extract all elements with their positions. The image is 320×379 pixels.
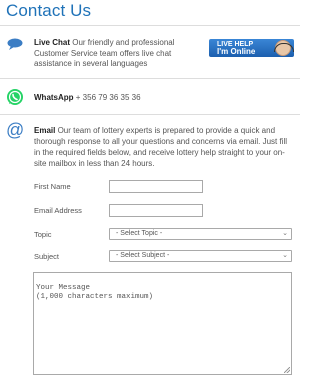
- message-textarea[interactable]: Your Message (1,000 characters maximum): [33, 272, 292, 375]
- email-heading: Email: [34, 126, 56, 135]
- topic-selected-value: - Select Topic -: [116, 230, 163, 237]
- page-title: Contact Us: [6, 1, 92, 20]
- live-chat-section: Live Chat Our friendly and professional …: [34, 38, 204, 70]
- chat-bubble-icon: [7, 38, 23, 50]
- email-section: Email Our team of lottery experts is pre…: [34, 125, 294, 169]
- whatsapp-icon: [7, 89, 23, 105]
- message-placeholder: Your Message (1,000 characters maximum): [36, 284, 154, 301]
- email-description: Our team of lottery experts is prepared …: [34, 126, 288, 168]
- topic-label: Topic: [34, 230, 52, 239]
- resize-handle-icon[interactable]: [284, 367, 290, 373]
- live-chat-heading: Live Chat: [34, 38, 71, 47]
- divider: [0, 25, 300, 26]
- chevron-down-icon: ⌄: [282, 230, 288, 237]
- at-sign-icon: @: [6, 120, 25, 140]
- subject-select[interactable]: - Select Subject - ⌄: [109, 250, 292, 262]
- subject-label: Subject: [34, 252, 60, 261]
- whatsapp-section: WhatsApp + 356 79 36 35 36: [34, 93, 234, 104]
- headset-agent-icon: [274, 40, 294, 56]
- divider: [0, 114, 300, 115]
- divider: [0, 78, 300, 79]
- first-name-label: First Name: [34, 182, 71, 191]
- email-address-input[interactable]: [109, 204, 203, 217]
- topic-select[interactable]: - Select Topic - ⌄: [109, 228, 292, 240]
- chevron-down-icon: ⌄: [282, 252, 288, 259]
- whatsapp-heading: WhatsApp: [34, 93, 74, 102]
- live-help-button[interactable]: LIVE HELP I'm Online: [209, 39, 294, 57]
- whatsapp-number[interactable]: + 356 79 36 35 36: [74, 93, 141, 102]
- email-address-label: Email Address: [34, 206, 82, 215]
- subject-selected-value: - Select Subject -: [116, 252, 170, 259]
- first-name-input[interactable]: [109, 180, 203, 193]
